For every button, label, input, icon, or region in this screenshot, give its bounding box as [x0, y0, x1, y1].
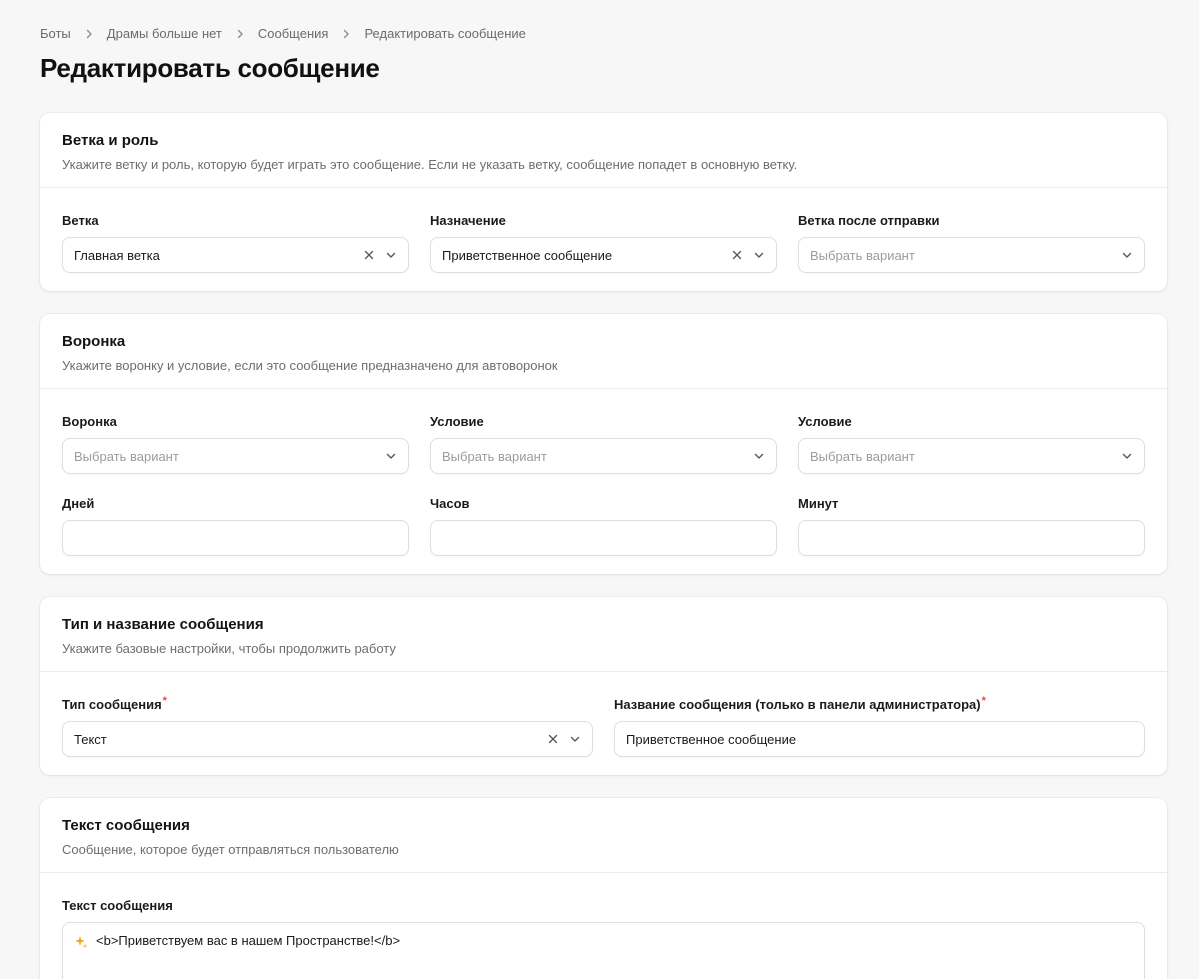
breadcrumb: Боты Драмы больше нет Сообщения Редактир…	[40, 26, 526, 41]
card-header: Ветка и роль Укажите ветку и роль, котор…	[40, 113, 1167, 188]
message-type-field: Тип сообщения* Текст	[62, 695, 593, 757]
after-branch-field: Ветка после отправки Выбрать вариант	[798, 212, 1145, 273]
chevron-down-icon[interactable]	[384, 449, 398, 463]
field-label: Тип сообщения*	[62, 695, 167, 712]
card-title: Ветка и роль	[62, 132, 159, 149]
funnel-select[interactable]: Выбрать вариант	[62, 438, 409, 474]
branch-select[interactable]: Главная ветка	[62, 237, 409, 273]
text-line: <b>Приветствуем вас в нашем Пространстве…	[96, 933, 401, 948]
field-label: Часов	[430, 496, 470, 511]
card-header: Воронка Укажите воронку и условие, если …	[40, 314, 1167, 389]
card-description: Укажите воронку и условие, если это сооб…	[62, 358, 558, 373]
breadcrumb-messages[interactable]: Сообщения	[258, 26, 329, 41]
field-label: Текст сообщения	[62, 898, 173, 913]
message-type-select[interactable]: Текст	[62, 721, 593, 757]
chevron-down-icon[interactable]	[568, 732, 582, 746]
card-header: Тип и название сообщения Укажите базовые…	[40, 597, 1167, 672]
select-value: Главная ветка	[74, 247, 160, 263]
field-label: Дней	[62, 496, 95, 511]
message-text-area[interactable]: <b>Приветствуем вас в нашем Пространстве…	[62, 922, 1145, 979]
chevron-down-icon[interactable]	[1120, 449, 1134, 463]
select-placeholder: Выбрать вариант	[442, 448, 547, 464]
days-field: Дней	[62, 495, 409, 556]
branch-field: Ветка Главная ветка	[62, 212, 409, 273]
field-label: Ветка после отправки	[798, 213, 940, 228]
days-input[interactable]	[62, 520, 409, 556]
type-card: Тип и название сообщения Укажите базовые…	[40, 597, 1167, 775]
hours-field: Часов	[430, 495, 777, 556]
chevron-right-icon	[341, 29, 351, 39]
select-placeholder: Выбрать вариант	[810, 448, 915, 464]
card-description: Укажите ветку и роль, которую будет игра…	[62, 157, 798, 172]
condition-field-1: Условие Выбрать вариант	[430, 413, 777, 474]
message-name-field: Название сообщения (только в панели адми…	[614, 695, 1145, 757]
card-title: Текст сообщения	[62, 817, 190, 834]
select-placeholder: Выбрать вариант	[810, 247, 915, 263]
card-title: Воронка	[62, 333, 126, 350]
field-label: Название сообщения (только в панели адми…	[614, 695, 986, 712]
condition-field-2: Условие Выбрать вариант	[798, 413, 1145, 474]
sparkles-icon	[74, 935, 88, 949]
field-label: Условие	[798, 414, 852, 429]
field-label: Назначение	[430, 213, 506, 228]
after-branch-select[interactable]: Выбрать вариант	[798, 237, 1145, 273]
funnel-card: Воронка Укажите воронку и условие, если …	[40, 314, 1167, 574]
breadcrumb-current: Редактировать сообщение	[364, 26, 526, 41]
select-value: Текст	[74, 731, 107, 747]
chevron-right-icon	[235, 29, 245, 39]
field-label: Воронка	[62, 414, 117, 429]
select-value: Приветственное сообщение	[442, 247, 613, 263]
chevron-down-icon[interactable]	[752, 248, 766, 262]
minutes-field: Минут	[798, 495, 1145, 556]
condition-select-2[interactable]: Выбрать вариант	[798, 438, 1145, 474]
message-text-field: Текст сообщения <b>Приветствуем вас в на…	[62, 897, 1145, 979]
hours-input[interactable]	[430, 520, 777, 556]
purpose-field: Назначение Приветственное сообщение	[430, 212, 777, 273]
card-header: Текст сообщения Сообщение, которое будет…	[40, 798, 1167, 873]
condition-select-1[interactable]: Выбрать вариант	[430, 438, 777, 474]
purpose-select[interactable]: Приветственное сообщение	[430, 237, 777, 273]
funnel-field: Воронка Выбрать вариант	[62, 413, 409, 474]
chevron-down-icon[interactable]	[384, 248, 398, 262]
close-icon[interactable]	[362, 248, 376, 262]
card-title: Тип и название сообщения	[62, 616, 264, 633]
input-value: Приветственное сообщение	[626, 731, 797, 747]
message-name-input[interactable]: Приветственное сообщение	[614, 721, 1145, 757]
branch-card: Ветка и роль Укажите ветку и роль, котор…	[40, 113, 1167, 291]
close-icon[interactable]	[730, 248, 744, 262]
field-label: Условие	[430, 414, 484, 429]
field-label: Ветка	[62, 213, 99, 228]
chevron-right-icon	[84, 29, 94, 39]
page-title: Редактировать сообщение	[40, 53, 380, 83]
card-description: Сообщение, которое будет отправляться по…	[62, 842, 399, 857]
required-mark: *	[162, 695, 167, 707]
breadcrumb-bots[interactable]: Боты	[40, 26, 71, 41]
required-mark: *	[981, 695, 986, 707]
close-icon[interactable]	[546, 732, 560, 746]
chevron-down-icon[interactable]	[752, 449, 766, 463]
field-label: Минут	[798, 496, 839, 511]
breadcrumb-bot[interactable]: Драмы больше нет	[107, 26, 222, 41]
select-placeholder: Выбрать вариант	[74, 448, 179, 464]
chevron-down-icon[interactable]	[1120, 248, 1134, 262]
card-description: Укажите базовые настройки, чтобы продолж…	[62, 641, 396, 656]
text-card: Текст сообщения Сообщение, которое будет…	[40, 798, 1167, 979]
minutes-input[interactable]	[798, 520, 1145, 556]
